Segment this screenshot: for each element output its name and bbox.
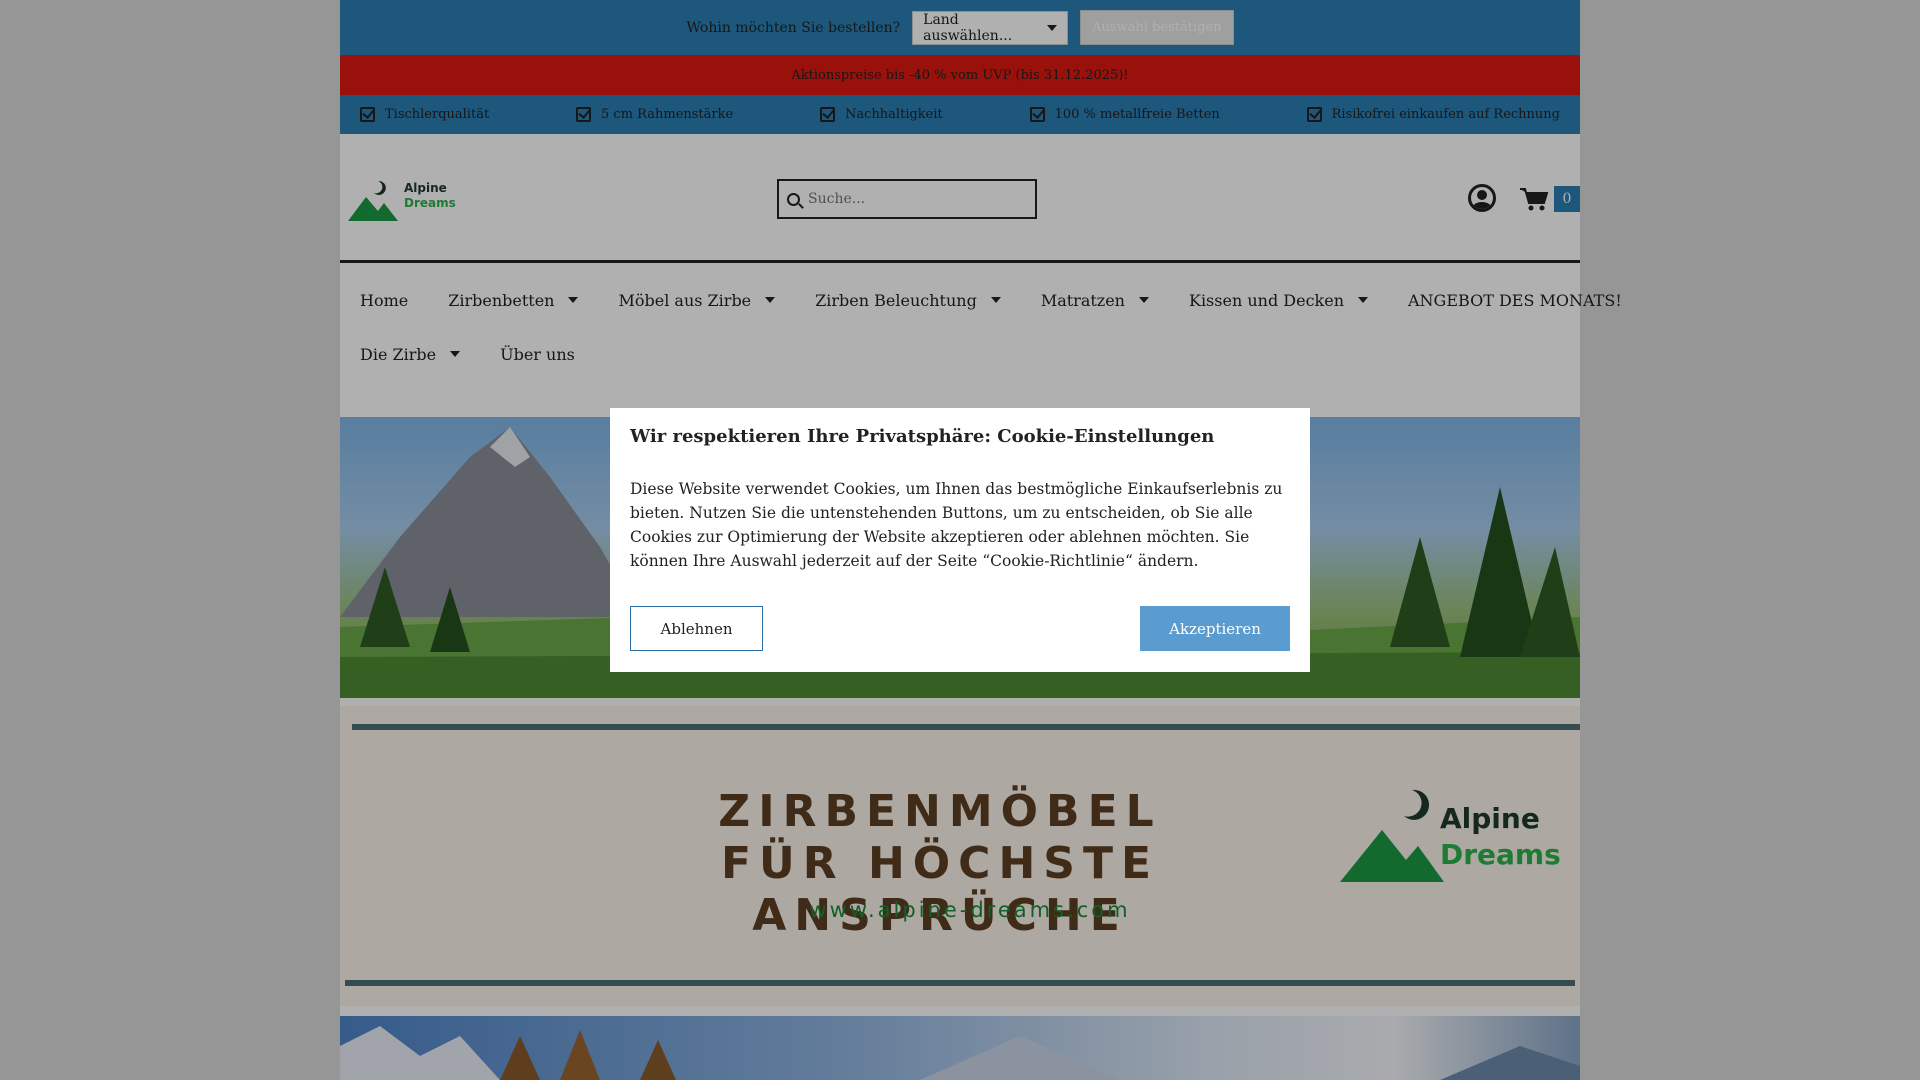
decline-cookies-button[interactable]: Ablehnen	[630, 606, 763, 651]
accept-cookies-button[interactable]: Akzeptieren	[1140, 606, 1290, 651]
cookie-dialog-text: Diese Website verwendet Cookies, um Ihne…	[630, 480, 1283, 570]
cookie-consent-dialog: Wir respektieren Ihre Privatsphäre: Cook…	[610, 408, 1310, 672]
cookie-dialog-title: Wir respektieren Ihre Privatsphäre: Cook…	[630, 426, 1215, 447]
